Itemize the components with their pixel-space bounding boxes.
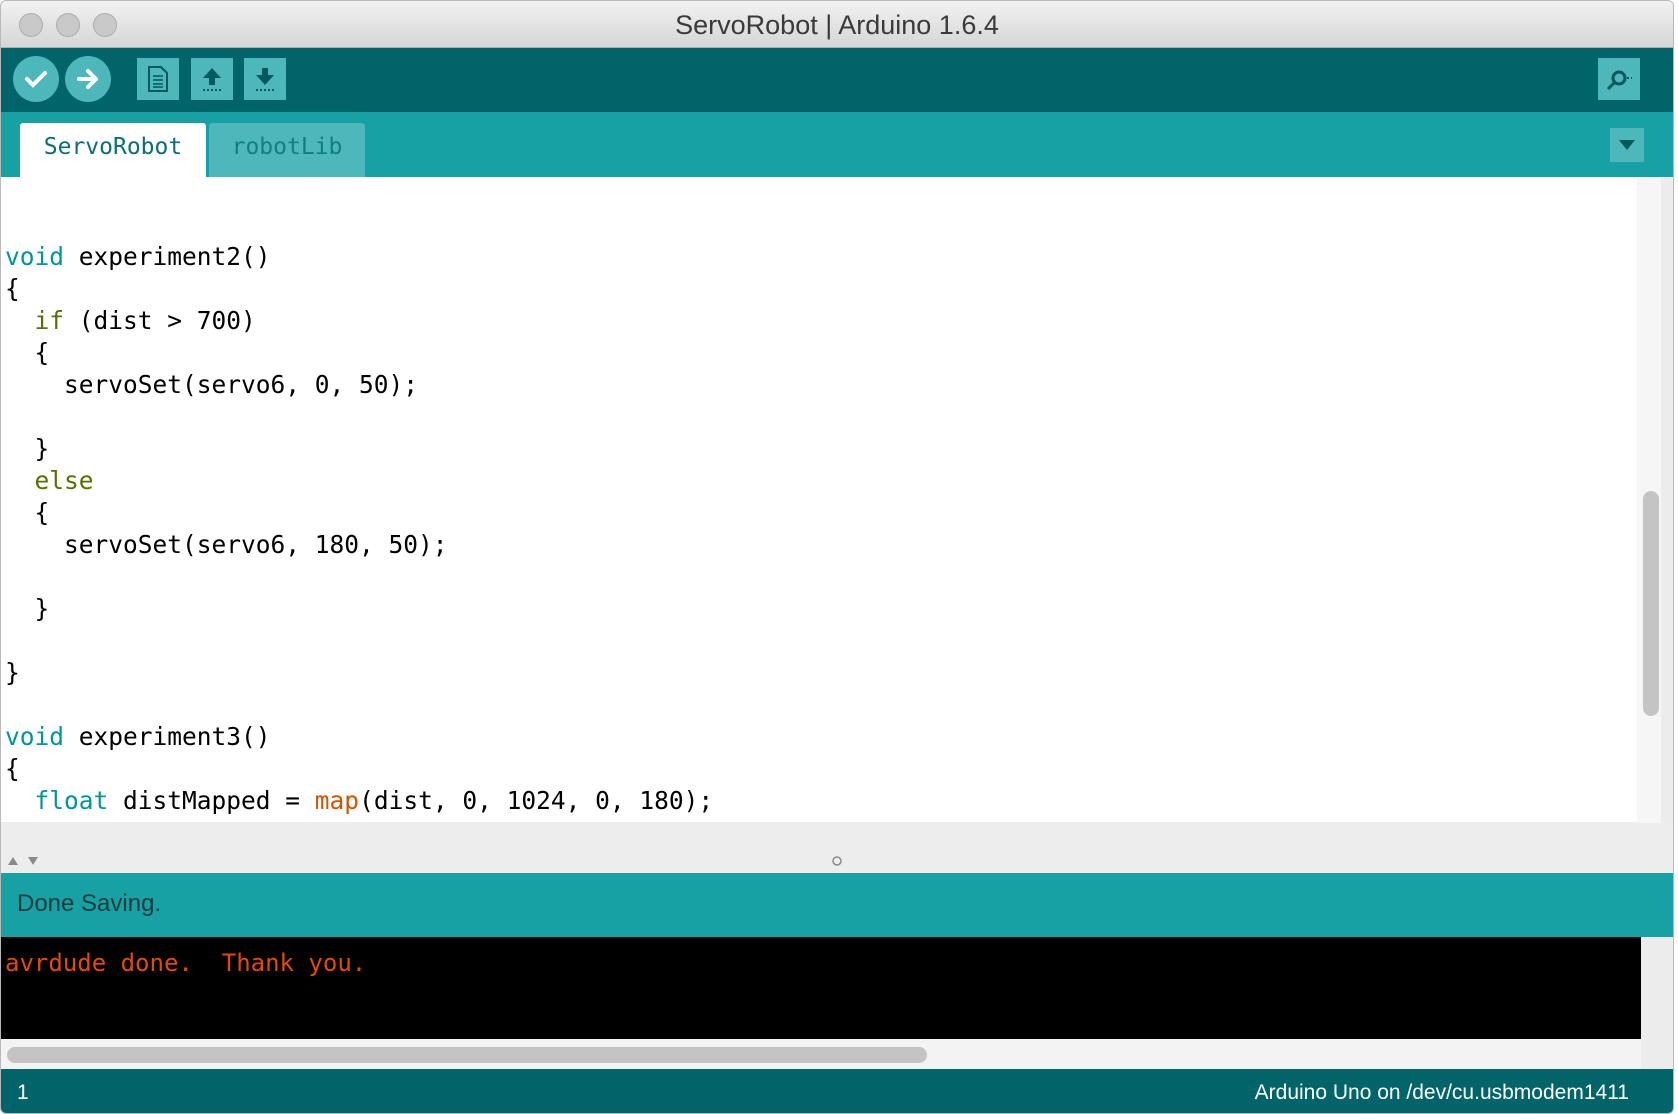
code-token: { xyxy=(5,498,50,527)
code-token: distMapped = xyxy=(108,786,315,815)
divider-grip-icon[interactable] xyxy=(831,855,843,867)
code-token: (dist > 700) xyxy=(64,306,256,335)
code-line: { xyxy=(5,273,713,305)
save-sketch-button[interactable] xyxy=(244,58,286,100)
status-bar: Done Saving. xyxy=(1,873,1673,937)
console-output: avrdude done. Thank you. xyxy=(1,937,1641,1039)
code-line: if (dist > 700) xyxy=(5,305,713,337)
new-file-icon xyxy=(148,66,168,92)
code-line: servoSet(servo6, 0, 50); xyxy=(5,369,713,401)
code-token: map xyxy=(314,786,360,815)
code-token: experiment2() xyxy=(64,242,271,271)
tab-servorobot[interactable]: ServoRobot xyxy=(20,123,206,177)
toolbar xyxy=(1,48,1673,112)
open-sketch-button[interactable] xyxy=(191,58,233,100)
code-token: { xyxy=(5,274,20,303)
magnifier-icon xyxy=(1606,70,1632,91)
code-line: void experiment3() xyxy=(5,721,713,753)
code-token: } xyxy=(5,658,20,687)
code-token: void xyxy=(5,722,65,751)
code-token: else xyxy=(34,466,94,495)
code-line: } xyxy=(5,433,713,465)
code-token: (dist, 0, 1024, 0, 180); xyxy=(359,786,714,815)
code-token: { xyxy=(5,338,50,367)
console-horizontal-scrollbar[interactable] xyxy=(1,1039,1641,1069)
console-scroll-thumb[interactable] xyxy=(7,1047,927,1063)
code-line: } xyxy=(5,593,713,625)
window-title: ServoRobot | Arduino 1.6.4 xyxy=(675,10,999,40)
divider-collapse-arrows-icon[interactable] xyxy=(7,855,41,867)
footer-bar: 1 Arduino Uno on /dev/cu.usbmodem1411 xyxy=(1,1069,1673,1113)
open-up-arrow-icon xyxy=(203,68,221,91)
new-sketch-button[interactable] xyxy=(137,58,179,100)
code-line: { xyxy=(5,753,713,785)
code-token: void xyxy=(5,242,65,271)
code-line: servoSet(servo6, 180, 50); xyxy=(5,529,713,561)
editor-console-divider[interactable] xyxy=(1,823,1673,873)
board-port-label: Arduino Uno on /dev/cu.usbmodem1411 xyxy=(1254,1081,1629,1104)
code-editor[interactable]: void experiment2(){ if (dist > 700) { se… xyxy=(1,177,1641,822)
chevron-down-icon xyxy=(1619,140,1635,150)
check-icon xyxy=(25,71,47,88)
serial-monitor-button[interactable] xyxy=(1598,58,1640,100)
arrow-right-icon xyxy=(77,69,98,89)
code-token: float xyxy=(34,786,109,815)
editor-scroll-thumb[interactable] xyxy=(1643,491,1659,716)
status-message: Done Saving. xyxy=(17,890,162,917)
upload-button[interactable] xyxy=(65,56,111,102)
tab-bar: ServoRobot robotLib xyxy=(1,112,1673,177)
verify-button[interactable] xyxy=(13,56,59,102)
code-token: { xyxy=(5,754,20,783)
title-bar: ServoRobot | Arduino 1.6.4 xyxy=(1,1,1673,48)
code-line: void experiment2() xyxy=(5,241,713,273)
code-token: servoSet(servo6, 0, 50); xyxy=(5,370,419,399)
code-line: { xyxy=(5,337,713,369)
code-text: void experiment2(){ if (dist > 700) { se… xyxy=(5,177,713,817)
code-token: experiment3() xyxy=(64,722,271,751)
code-line: { xyxy=(5,497,713,529)
console-text: avrdude done. Thank you. xyxy=(5,949,367,977)
code-token: if xyxy=(34,306,65,335)
code-line: } xyxy=(5,657,713,689)
code-line: float distMapped = map(dist, 0, 1024, 0,… xyxy=(5,785,714,817)
code-token: } xyxy=(5,594,50,623)
current-line-number: 1 xyxy=(17,1081,29,1104)
save-down-arrow-icon xyxy=(256,68,274,91)
arduino-ide-window: ServoRobot | Arduino 1.6.4 ServoRobot ro… xyxy=(0,0,1674,1114)
tab-robotlib[interactable]: robotLib xyxy=(209,123,365,177)
code-line: else xyxy=(5,465,713,497)
code-token: servoSet(servo6, 180, 50); xyxy=(5,530,448,559)
tab-menu-button[interactable] xyxy=(1610,128,1644,162)
code-token: } xyxy=(5,434,50,463)
